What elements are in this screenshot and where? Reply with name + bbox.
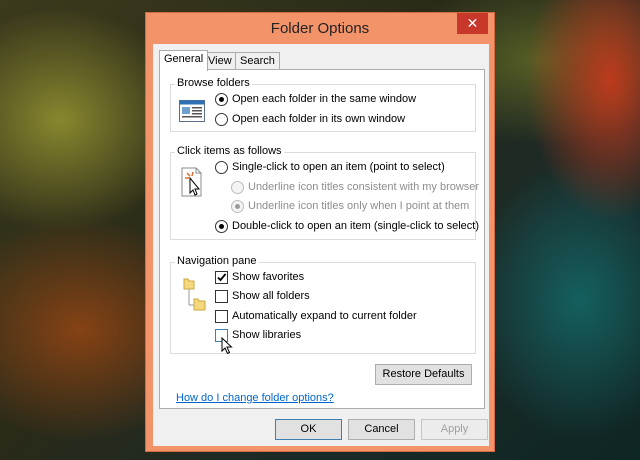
radio-underline-consistent: Underline icon titles consistent with my… xyxy=(231,179,479,195)
checkbox[interactable] xyxy=(215,270,228,284)
radio-label: Underline icon titles only when I point … xyxy=(248,200,470,212)
checkbox[interactable] xyxy=(215,289,228,303)
radio-same-window[interactable]: Open each folder in the same window xyxy=(215,91,416,107)
radio-button[interactable] xyxy=(215,160,228,174)
radio-button[interactable] xyxy=(215,92,228,106)
close-button[interactable]: ✕ xyxy=(457,13,488,34)
radio-label: Open each folder in its own window xyxy=(232,113,406,125)
radio-button xyxy=(231,180,244,194)
restore-defaults-button[interactable]: Restore Defaults xyxy=(375,364,472,385)
radio-underline-point: Underline icon titles only when I point … xyxy=(231,198,469,214)
window-title: Folder Options xyxy=(270,20,370,37)
radio-button xyxy=(231,199,244,213)
radio-button[interactable] xyxy=(215,112,228,126)
radio-label: Open each folder in the same window xyxy=(232,93,417,105)
title-bar[interactable]: Folder Options ✕ xyxy=(146,13,494,45)
click-items-title: Click items as follows xyxy=(175,145,284,157)
checkbox-auto-expand[interactable]: Automatically expand to current folder xyxy=(215,308,417,324)
checkbox-label: Show all folders xyxy=(232,290,310,302)
click-items-group: Click items as follows Single-click to o… xyxy=(170,145,479,240)
navigation-pane-group: Navigation pane Show favorites Show all … xyxy=(170,255,476,355)
browse-folders-group: Browse folders Open each folder in the s… xyxy=(170,77,476,132)
checkbox-label: Show libraries xyxy=(232,329,302,341)
checkbox[interactable] xyxy=(215,309,228,323)
browse-folders-title: Browse folders xyxy=(175,77,252,89)
folder-options-window: Folder Options ✕ General View Search Bro… xyxy=(145,12,495,452)
help-link[interactable]: How do I change folder options? xyxy=(176,392,334,404)
checkbox-label: Show favorites xyxy=(232,271,305,283)
mouse-pointer-icon xyxy=(221,336,233,358)
radio-own-window[interactable]: Open each folder in its own window xyxy=(215,111,405,127)
checkbox-show-all-folders[interactable]: Show all folders xyxy=(215,288,310,304)
cancel-button[interactable]: Cancel xyxy=(348,419,415,440)
window-icon xyxy=(179,100,205,125)
dialog-body: General View Search Browse folders Open … xyxy=(153,44,489,446)
radio-single-click[interactable]: Single-click to open an item (point to s… xyxy=(215,159,445,175)
apply-button: Apply xyxy=(421,419,488,440)
folder-tree-icon xyxy=(183,277,207,316)
radio-double-click[interactable]: Double-click to open an item (single-cli… xyxy=(215,218,479,234)
tab-search[interactable]: Search xyxy=(235,52,280,70)
general-tab-panel: Browse folders Open each folder in the s… xyxy=(159,69,485,409)
checkbox-show-favorites[interactable]: Show favorites xyxy=(215,269,304,285)
ok-button[interactable]: OK xyxy=(275,419,342,440)
click-cursor-icon xyxy=(179,167,205,200)
radio-label: Underline icon titles consistent with my… xyxy=(248,181,480,193)
close-icon: ✕ xyxy=(466,15,479,31)
radio-label: Double-click to open an item (single-cli… xyxy=(232,220,479,232)
tab-general[interactable]: General xyxy=(159,50,209,71)
radio-button[interactable] xyxy=(215,219,228,233)
checkbox-label: Automatically expand to current folder xyxy=(232,310,417,322)
checkmark-icon xyxy=(217,272,227,281)
navigation-pane-title: Navigation pane xyxy=(175,255,259,267)
radio-label: Single-click to open an item (point to s… xyxy=(232,161,445,173)
